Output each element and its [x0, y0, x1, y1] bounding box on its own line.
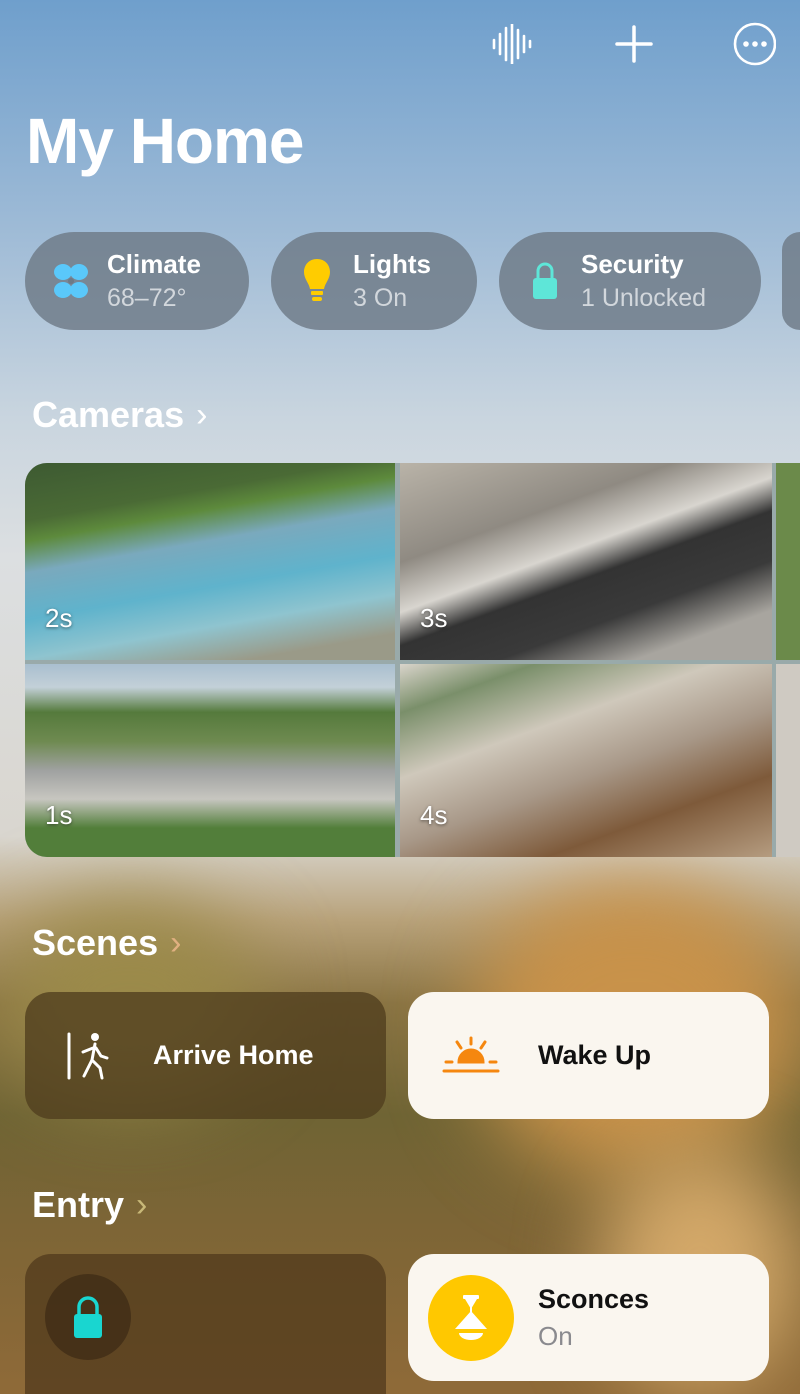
camera-timestamp: 1s: [45, 800, 73, 830]
lightbulb-icon: [304, 259, 330, 301]
camera-tile[interactable]: 4s: [400, 664, 772, 857]
page-title: My Home: [26, 105, 304, 177]
arrive-home-icon: [67, 1032, 109, 1079]
pill-title: Climate: [107, 249, 201, 279]
camera-timestamp: 2s: [45, 603, 73, 633]
plus-icon: [615, 25, 653, 63]
sunrise-icon: [442, 1036, 500, 1072]
accessory-name: Sconces: [538, 1283, 650, 1314]
scene-label: Arrive Home: [153, 1040, 314, 1070]
waveform-icon: [492, 24, 532, 64]
pill-title: Lights: [353, 249, 431, 279]
entry-header[interactable]: Entry ›: [32, 1184, 147, 1226]
section-title: Cameras: [32, 394, 185, 435]
scenes-header[interactable]: Scenes ›: [32, 922, 181, 964]
camera-tile[interactable]: [776, 463, 800, 660]
more-button[interactable]: [732, 22, 776, 66]
lights-pill[interactable]: Lights 3 On: [271, 232, 477, 330]
sconces-tile[interactable]: Sconces On: [408, 1254, 769, 1381]
entry-lock-tile[interactable]: [25, 1254, 386, 1394]
camera-grid: 2s 3s 1s 4s: [25, 463, 800, 857]
pill-subtitle: 1 Unlocked: [581, 284, 707, 312]
cameras-header[interactable]: Cameras ›: [32, 394, 207, 436]
pill-subtitle: 68–72°: [107, 284, 187, 312]
section-title: Entry: [32, 1184, 125, 1225]
security-pill[interactable]: Security 1 Unlocked: [499, 232, 761, 330]
fan-icon: [54, 264, 88, 298]
climate-pill[interactable]: Climate 68–72°: [25, 232, 249, 330]
pill-subtitle: 3 On: [353, 284, 408, 312]
accessory-status: On: [538, 1320, 573, 1351]
camera-tile[interactable]: 1s: [25, 664, 395, 857]
lock-open-icon: [533, 262, 557, 299]
more-icon: [733, 22, 776, 66]
camera-tile[interactable]: 2s: [25, 463, 395, 660]
add-button[interactable]: [612, 22, 656, 66]
chevron-right-icon: ›: [196, 395, 208, 434]
section-title: Scenes: [32, 922, 159, 963]
voice-button[interactable]: [490, 22, 534, 66]
pendant-lamp-icon: [455, 1294, 487, 1340]
scene-arrive-home[interactable]: Arrive Home: [25, 992, 386, 1119]
camera-timestamp: 4s: [420, 800, 448, 830]
more-pill[interactable]: [782, 232, 800, 330]
scene-wake-up[interactable]: Wake Up: [408, 992, 769, 1119]
lock-icon: [74, 1296, 102, 1338]
scene-label: Wake Up: [538, 1040, 652, 1070]
pill-title: Security: [581, 249, 684, 279]
lock-button[interactable]: [45, 1274, 131, 1360]
camera-tile[interactable]: 3s: [400, 463, 772, 660]
chevron-right-icon: ›: [170, 923, 182, 962]
sconces-toggle[interactable]: [428, 1274, 514, 1361]
camera-tile[interactable]: [776, 664, 800, 857]
camera-timestamp: 3s: [420, 603, 448, 633]
chevron-right-icon: ›: [136, 1185, 148, 1224]
